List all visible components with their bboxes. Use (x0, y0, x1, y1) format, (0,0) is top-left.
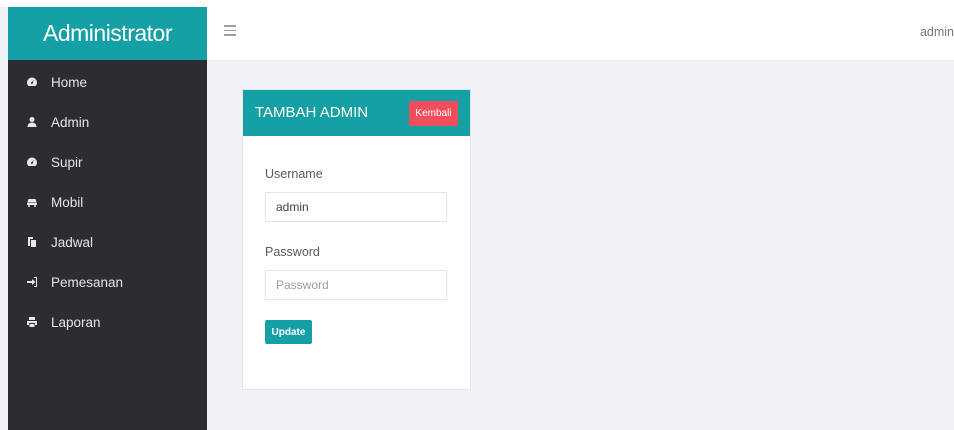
back-button[interactable]: Kembali (409, 101, 458, 126)
sign-in-icon (26, 276, 38, 288)
sidebar-item-mobil[interactable]: Mobil (8, 182, 207, 222)
sidebar-item-label: Pemesanan (51, 274, 124, 290)
sidebar-item-jadwal[interactable]: Jadwal (8, 222, 207, 262)
update-button[interactable]: Update (265, 320, 312, 344)
user-menu[interactable]: admin (920, 25, 954, 39)
sidebar-item-admin[interactable]: Admin (8, 102, 207, 142)
username-input[interactable] (265, 192, 447, 222)
car-icon (26, 196, 38, 208)
sidebar-item-label: Admin (51, 114, 90, 130)
dashboard-icon (26, 156, 38, 168)
password-input[interactable] (265, 270, 447, 300)
card-title: TAMBAH ADMIN (255, 104, 369, 121)
dashboard-icon (26, 76, 38, 88)
print-icon (26, 316, 38, 328)
hamburger-icon[interactable] (224, 25, 236, 37)
top-strip (0, 0, 954, 7)
add-admin-card: TAMBAH ADMIN Kembali Username Password U… (242, 89, 471, 390)
password-label: Password (265, 245, 320, 259)
sidebar-item-label: Jadwal (51, 234, 94, 250)
sidebar: Administrator Home Admin Supir Mobil Jad… (8, 7, 207, 430)
card-header: TAMBAH ADMIN Kembali (243, 90, 470, 136)
username-label: Username (265, 167, 323, 181)
sidebar-item-pemesanan[interactable]: Pemesanan (8, 262, 207, 302)
user-icon (26, 116, 38, 128)
sidebar-menu: Home Admin Supir Mobil Jadwal Pemesanan … (8, 62, 207, 342)
copy-icon (26, 236, 38, 248)
sidebar-item-label: Home (51, 74, 88, 90)
sidebar-item-label: Mobil (51, 194, 84, 210)
sidebar-item-label: Supir (51, 154, 83, 170)
top-header: admin (207, 7, 954, 61)
sidebar-item-supir[interactable]: Supir (8, 142, 207, 182)
brand-title: Administrator (8, 7, 207, 60)
sidebar-item-label: Laporan (51, 314, 101, 330)
sidebar-item-laporan[interactable]: Laporan (8, 302, 207, 342)
sidebar-item-home[interactable]: Home (8, 62, 207, 102)
